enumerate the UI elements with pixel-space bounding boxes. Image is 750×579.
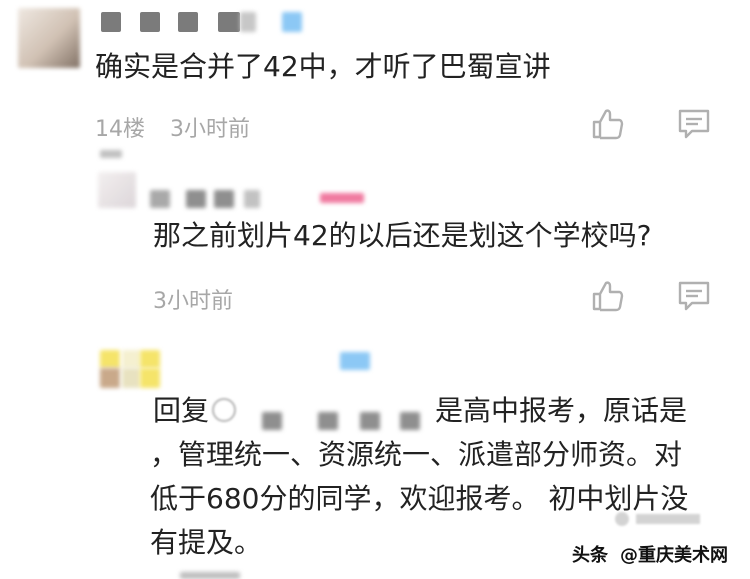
like-button[interactable] xyxy=(590,106,626,142)
badge-blur xyxy=(282,12,302,32)
avatar[interactable] xyxy=(98,172,136,208)
avatar[interactable] xyxy=(18,8,80,68)
timestamp: 3小时前 xyxy=(170,117,250,142)
mention-blur xyxy=(400,412,420,430)
avatar xyxy=(140,350,160,368)
avatar[interactable] xyxy=(100,350,120,368)
avatar[interactable] xyxy=(100,150,122,158)
next-comment-blur xyxy=(180,572,240,579)
mention-blur xyxy=(360,412,380,430)
mention-blur[interactable] xyxy=(262,412,282,430)
avatar xyxy=(140,368,160,388)
watermark-source: 头条 xyxy=(572,545,608,566)
reply-button[interactable] xyxy=(676,278,712,314)
comment-icon xyxy=(678,109,710,139)
username-blur xyxy=(140,12,160,32)
at-icon xyxy=(212,398,236,422)
avatar xyxy=(100,368,120,388)
reply-text-line-4: 有提及。 xyxy=(150,526,263,559)
reply-prefix: 回复 xyxy=(153,394,210,427)
like-button[interactable] xyxy=(590,278,626,314)
timestamp: 3小时前 xyxy=(153,289,233,314)
username-blur xyxy=(178,12,198,32)
reply-text: 那之前划片42的以后还是划这个学校吗? xyxy=(153,219,652,252)
thumbs-up-icon xyxy=(592,281,624,312)
username-blur xyxy=(244,190,260,208)
badge-blur xyxy=(340,352,370,370)
reply-text-line-1: 是高中报考，原话是 xyxy=(435,394,688,427)
username-blur[interactable] xyxy=(150,190,170,208)
watermark-logo xyxy=(614,508,704,530)
avatar xyxy=(122,350,140,368)
avatar xyxy=(122,368,140,388)
badge-blur xyxy=(320,193,364,203)
username-blur xyxy=(186,190,206,208)
comment-text: 确实是合并了42中，才听了巴蜀宣讲 xyxy=(95,50,551,83)
username-blur xyxy=(214,190,234,208)
watermark-handle: @重庆美术网 xyxy=(620,545,728,566)
username-blur xyxy=(240,12,256,32)
thumbs-up-icon xyxy=(592,109,624,140)
username-blur xyxy=(218,12,240,32)
reply-text-line-2: ，管理统一、资源统一、派遣部分师资。对 xyxy=(150,438,683,471)
reply-text-line-3: 低于680分的同学，欢迎报考。 初中划片没 xyxy=(150,482,689,515)
username-blur[interactable] xyxy=(101,12,121,32)
reply-button[interactable] xyxy=(676,106,712,142)
mention-blur xyxy=(318,412,338,430)
floor-number: 14楼 xyxy=(95,117,145,142)
comment-icon xyxy=(678,281,710,311)
